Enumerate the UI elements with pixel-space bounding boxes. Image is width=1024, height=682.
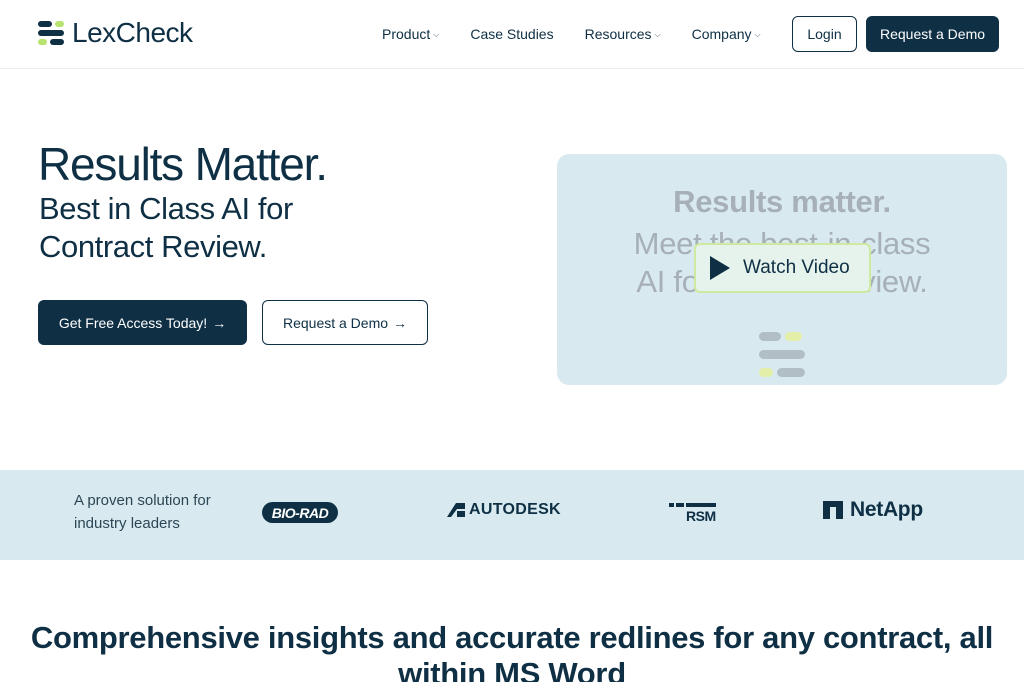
button-label: Get Free Access Today! [58, 314, 208, 331]
chevron-down-icon: ⌵ [754, 30, 761, 39]
bio-rad-wordmark: BIO-RAD [271, 504, 329, 521]
autodesk-logo: AUTODESK [447, 501, 561, 519]
nav-menu: Product ⌵ Case Studies Resources ⌵ Compa… [382, 24, 792, 44]
rsm-wordmark: RSM [686, 508, 716, 524]
nav-item-label: Resources [584, 26, 652, 42]
watch-video-label: Watch Video [743, 257, 850, 278]
hero-title: Results Matter. [38, 138, 328, 190]
hero-subtitle: Best in Class AI for Contract Review. [39, 191, 293, 264]
button-label: Request a Demo [282, 314, 389, 331]
nav-item-label: Company [691, 26, 752, 42]
logos-intro-text: A proven solution for industry leaders [74, 492, 211, 532]
rsm-logo: RSM [669, 500, 719, 526]
nav-item-product[interactable]: Product ⌵ [382, 24, 439, 44]
lexcheck-logo[interactable]: LexCheck [38, 18, 193, 48]
video-thumbnail[interactable]: Results matter. Meet the best-in-class A… [557, 154, 1007, 385]
play-icon [710, 256, 730, 280]
netapp-icon [823, 501, 843, 519]
autodesk-icon [447, 503, 465, 517]
nav-item-case-studies[interactable]: Case Studies [470, 24, 553, 44]
bio-rad-logo: BIO-RAD [262, 502, 338, 523]
chevron-down-icon: ⌵ [654, 30, 661, 39]
netapp-wordmark: NetApp [850, 498, 923, 521]
nav-item-resources[interactable]: Resources ⌵ [585, 24, 661, 44]
chevron-down-icon: ⌵ [433, 30, 440, 39]
request-demo-hero-button[interactable]: Request a Demo → [262, 300, 428, 345]
lexcheck-logo-icon [38, 19, 64, 47]
arrow-right-icon: → [393, 314, 408, 331]
autodesk-wordmark: AUTODESK [469, 501, 561, 518]
watch-video-button[interactable]: Watch Video [694, 243, 871, 293]
netapp-logo: NetApp [823, 498, 923, 522]
features-section-title: Comprehensive insights and accurate redl… [30, 620, 994, 682]
get-free-access-button[interactable]: Get Free Access Today! → [38, 300, 247, 345]
login-button[interactable]: Login [792, 16, 857, 52]
arrow-right-icon: → [212, 314, 227, 331]
top-navigation: LexCheck Product ⌵ Case Studies Resource… [0, 0, 1024, 69]
nav-item-company[interactable]: Company ⌵ [692, 24, 761, 44]
nav-item-label: Product [382, 26, 431, 42]
request-demo-nav-button[interactable]: Request a Demo [866, 16, 999, 52]
video-caption-line: Results matter. [673, 184, 891, 219]
nav-item-label: Case Studies [470, 26, 554, 42]
lexcheck-mark-icon [757, 332, 807, 380]
logo-wordmark: LexCheck [72, 17, 193, 48]
customer-logos-strip: A proven solution for industry leaders B… [0, 470, 1024, 560]
